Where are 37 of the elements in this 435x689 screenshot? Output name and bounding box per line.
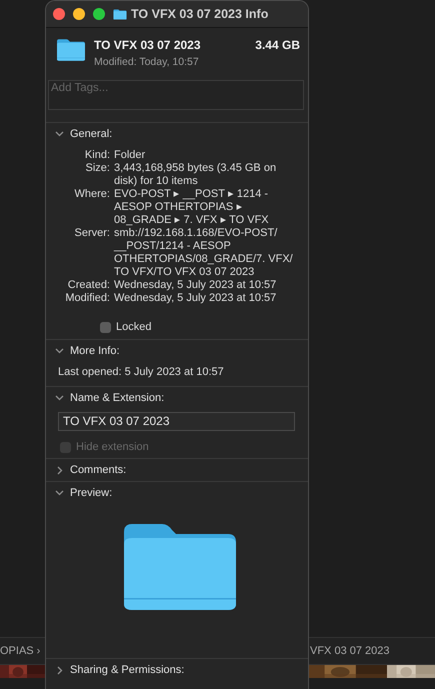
checkbox-label: Locked: [116, 321, 152, 333]
field-label: Created:: [66, 279, 110, 292]
zoom-button[interactable]: [93, 8, 105, 20]
field-label: Where:: [74, 188, 110, 202]
chevron-right-icon[interactable]: [56, 466, 62, 474]
chevron-down-icon[interactable]: [55, 131, 64, 137]
modified-text: Modified: Today, 10:57: [94, 56, 200, 68]
chevron-down-icon[interactable]: [55, 395, 64, 401]
field-label: Size:: [84, 162, 110, 176]
field-label: Modified:: [64, 292, 110, 305]
name-field[interactable]: TO VFX 03 07 2023: [58, 412, 295, 431]
checkbox[interactable]: [100, 322, 111, 332]
folder-name: TO VFX 03 07 2023: [94, 38, 201, 52]
chevron-right-icon[interactable]: [56, 666, 62, 674]
section-title[interactable]: Preview:: [70, 487, 112, 499]
folder-size: 3.44 GB: [255, 38, 300, 52]
field-label: Server:: [74, 227, 110, 241]
field-value: 3,443,168,958 bytes (3.45 GB on disk) for 10 items: [114, 162, 278, 188]
field-value: Wednesday, 5 July 2023 at 10:57: [114, 279, 278, 292]
window-title: TO VFX 03 07 2023 Info: [131, 7, 268, 21]
field-value: Folder: [114, 149, 146, 162]
section-title[interactable]: More Info:: [70, 345, 120, 357]
close-button[interactable]: [53, 8, 65, 20]
chevron-down-icon[interactable]: [55, 490, 64, 496]
last-opened-text: Last opened: 5 July 2023 at 10:57: [58, 366, 225, 378]
section-title[interactable]: General:: [70, 128, 112, 140]
folder-icon: [113, 8, 127, 20]
minimize-button[interactable]: [73, 8, 85, 20]
field-value: smb://192.168.1.168/EVO-POST/ __POST/1214 - AESOP OTHERTOPIAS/08_GRADE/7. VFX/ TO VFX/TO VFX 03 07 2023: [114, 227, 294, 279]
folder-icon: [56, 38, 86, 62]
section-title[interactable]: Name & Extension:: [70, 392, 164, 404]
section-title[interactable]: Comments:: [70, 464, 126, 476]
section-title[interactable]: Sharing & Permissions:: [70, 664, 184, 676]
chevron-down-icon[interactable]: [55, 348, 64, 354]
field-label: Kind:: [84, 149, 110, 162]
field-value: Wednesday, 5 July 2023 at 10:57: [114, 292, 278, 305]
checkbox-label: Hide extension: [76, 441, 149, 453]
